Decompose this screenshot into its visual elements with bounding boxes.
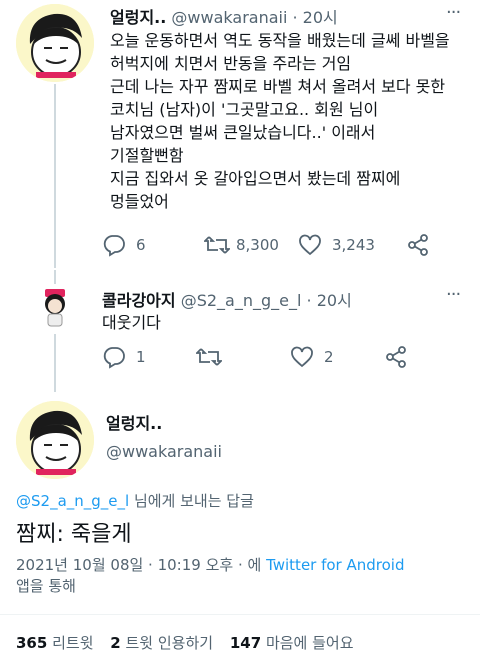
like-button[interactable]: 3,243	[298, 233, 406, 257]
heart-icon	[299, 234, 321, 256]
quote-stat[interactable]: 2 트윗 인용하기	[110, 634, 213, 652]
source-link[interactable]: Twitter for Android	[266, 556, 404, 574]
tweet-time[interactable]: · 20시	[307, 291, 352, 310]
avatar[interactable]	[32, 286, 78, 332]
display-name[interactable]: 콜라강아지	[102, 291, 176, 310]
thread-line	[54, 84, 56, 268]
tweet-metadata: 2021년 10월 08일 · 10:19 오후 · 에 Twitter for…	[16, 555, 466, 597]
retweet-icon	[196, 348, 222, 366]
retweet-icon	[204, 236, 230, 254]
reply-count: 1	[136, 348, 146, 366]
more-options-icon[interactable]: ···	[446, 2, 461, 23]
reply-context-label: 님에게 보내는 답글	[129, 492, 254, 510]
reply-icon	[103, 235, 125, 257]
heart-icon	[291, 346, 313, 368]
reply-button[interactable]: 1	[102, 345, 196, 369]
dog-character-icon	[32, 286, 78, 332]
reply-button[interactable]: 6	[102, 233, 204, 257]
timestamp[interactable]: 2021년 10월 08일 · 10:19 오후 · 에	[16, 556, 266, 574]
user-handle[interactable]: @S2_a_n_g_e_l	[181, 291, 302, 310]
display-name[interactable]: 얼렁지..	[106, 410, 162, 434]
reply-to-link[interactable]: @S2_a_n_g_e_l	[16, 492, 129, 510]
display-name[interactable]: 얼렁지..	[110, 8, 166, 27]
source-suffix: 앱을 통해	[16, 577, 76, 595]
cartoon-face-icon	[16, 401, 94, 479]
tweet-time[interactable]: · 20시	[293, 8, 338, 27]
retweet-button[interactable]	[196, 345, 290, 369]
share-button[interactable]	[384, 345, 408, 369]
retweet-button[interactable]: 8,300	[204, 233, 298, 257]
main-tweet-text: 짬찌: 죽을게	[16, 522, 132, 547]
more-options-icon[interactable]: ···	[446, 284, 461, 305]
like-button[interactable]: 2	[290, 345, 384, 369]
tweet-text: 대웃기다	[102, 313, 161, 332]
user-handle[interactable]: @wwakaranaii	[106, 442, 222, 461]
retweet-stat[interactable]: 365 리트윗	[16, 634, 94, 652]
engagement-stats: 365 리트윗 2 트윗 인용하기 147 마음에 들어요	[16, 632, 354, 653]
retweet-count: 8,300	[236, 236, 279, 254]
reply-count: 6	[136, 236, 146, 254]
user-handle[interactable]: @wwakaranaii	[171, 8, 287, 27]
like-count: 2	[324, 348, 334, 366]
share-icon	[408, 234, 428, 256]
reply-context: @S2_a_n_g_e_l 님에게 보내는 답글	[16, 490, 254, 511]
like-count: 3,243	[332, 236, 375, 254]
avatar[interactable]	[16, 401, 94, 479]
tweet-text: 오늘 운동하면서 역도 동작을 배웠는데 글쎄 바벨을 허벅지에 치면서 반동을…	[110, 31, 450, 211]
avatar[interactable]	[16, 4, 94, 82]
reply-icon	[103, 347, 125, 369]
thread-line	[54, 270, 56, 284]
divider	[0, 614, 480, 615]
share-icon	[386, 346, 406, 368]
share-button[interactable]	[406, 233, 430, 257]
cartoon-face-icon	[16, 4, 94, 82]
thread-line	[54, 334, 56, 392]
like-stat[interactable]: 147 마음에 들어요	[230, 634, 354, 652]
